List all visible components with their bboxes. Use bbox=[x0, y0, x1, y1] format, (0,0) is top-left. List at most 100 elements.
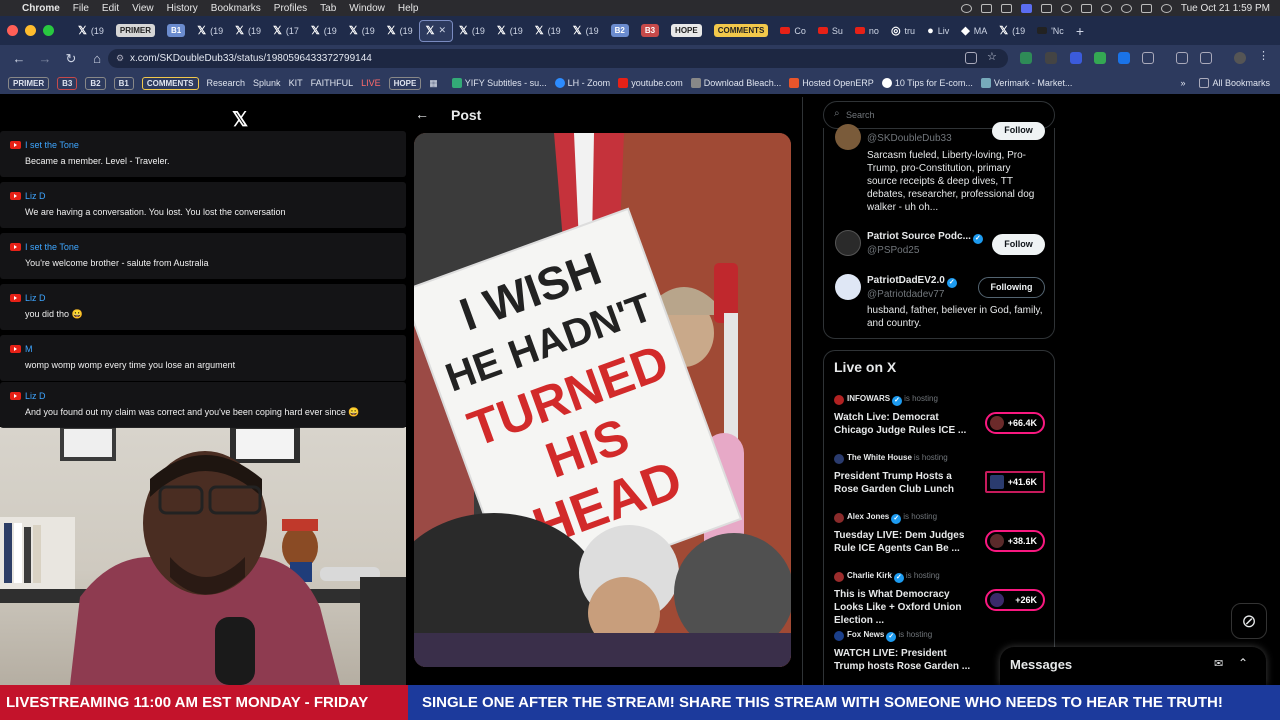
bookmark-verimark[interactable]: Verimark - Market... bbox=[980, 78, 1072, 88]
tray-app-icon[interactable] bbox=[1000, 3, 1012, 13]
tray-search-icon[interactable] bbox=[1120, 3, 1132, 13]
bookmark-b3[interactable]: B3 bbox=[57, 76, 78, 90]
tab-x-6[interactable]: 𝕏 (19 bbox=[343, 20, 381, 42]
back-icon[interactable]: ← bbox=[12, 51, 26, 66]
menu-tab[interactable]: Tab bbox=[320, 3, 336, 14]
new-tab-button[interactable]: + bbox=[1070, 20, 1090, 42]
bookmark-openerp[interactable]: Hosted OpenERP bbox=[789, 78, 874, 88]
forward-icon[interactable]: → bbox=[38, 51, 52, 66]
tab-x-5[interactable]: 𝕏 (19 bbox=[305, 20, 343, 42]
tab-x-12[interactable]: 𝕏 (19 bbox=[993, 20, 1031, 42]
side-panel-icon[interactable] bbox=[1176, 52, 1188, 64]
tab-x-7[interactable]: 𝕏 (19 bbox=[381, 20, 419, 42]
tab-hope[interactable]: HOPE bbox=[665, 20, 708, 42]
bookmark-hope[interactable]: HOPE bbox=[388, 76, 422, 90]
tab-x-active[interactable]: 𝕏 ✕ bbox=[418, 19, 454, 42]
bookmark-comments[interactable]: COMMENTS bbox=[141, 76, 199, 90]
menu-kebab-icon[interactable]: ⋮ bbox=[1258, 49, 1270, 62]
window-minimize-icon[interactable] bbox=[25, 25, 36, 36]
bookmark-splunk[interactable]: Splunk bbox=[253, 78, 281, 88]
bookmark-primer[interactable]: PRIMER bbox=[8, 76, 50, 90]
tray-battery-icon[interactable] bbox=[1080, 3, 1092, 13]
bookmark-youtube[interactable]: youtube.com bbox=[618, 78, 683, 88]
tab-co[interactable]: Co bbox=[774, 20, 812, 42]
tab-ma[interactable]: ◆ MA bbox=[955, 20, 993, 42]
tray-profile-icon[interactable] bbox=[1160, 3, 1172, 13]
tray-wifi-icon[interactable] bbox=[1100, 3, 1112, 13]
bookmark-b1[interactable]: B1 bbox=[113, 76, 134, 90]
menu-profiles[interactable]: Profiles bbox=[274, 3, 307, 14]
menu-bookmarks[interactable]: Bookmarks bbox=[211, 3, 261, 14]
url-bar[interactable]: ⚙ x.com/SKDoubleDub33/status/19805964333… bbox=[108, 49, 1008, 68]
home-icon[interactable]: ⌂ bbox=[90, 51, 104, 66]
bookmark-faithful[interactable]: FAITHFUL bbox=[311, 78, 354, 88]
live-listener-count[interactable]: +41.6K bbox=[985, 471, 1045, 493]
tab-x-10[interactable]: 𝕏 (19 bbox=[529, 20, 567, 42]
bookmark-live[interactable]: LIVE bbox=[361, 78, 381, 88]
install-app-icon[interactable] bbox=[965, 52, 977, 64]
menubar-clock[interactable]: Tue Oct 21 1:59 PM bbox=[1181, 3, 1270, 14]
tab-x-9[interactable]: 𝕏 (19 bbox=[491, 20, 529, 42]
extension-icon[interactable] bbox=[1045, 52, 1057, 64]
menu-view[interactable]: View bbox=[132, 3, 154, 14]
tab-b3[interactable]: B3 bbox=[635, 20, 665, 42]
menu-edit[interactable]: Edit bbox=[102, 3, 119, 14]
all-bookmarks[interactable]: All Bookmarks bbox=[1199, 78, 1270, 88]
bookmark-yify[interactable]: YIFY Subtitles - su... bbox=[451, 78, 547, 88]
avatar[interactable] bbox=[835, 124, 861, 150]
bookmark-tips[interactable]: 10 Tips for E-com... bbox=[881, 78, 973, 88]
extension-icon[interactable] bbox=[1070, 52, 1082, 64]
live-listener-count[interactable]: +38.1K bbox=[985, 530, 1045, 552]
tray-active-app-icon[interactable] bbox=[1020, 3, 1032, 13]
extension-icon[interactable] bbox=[1020, 52, 1032, 64]
bookmarks-overflow-icon[interactable]: » bbox=[1180, 78, 1185, 88]
window-close-icon[interactable] bbox=[7, 25, 18, 36]
tab-su[interactable]: Su bbox=[812, 20, 849, 42]
grok-icon[interactable]: ⊘ bbox=[1231, 603, 1267, 639]
back-arrow-icon[interactable]: ← bbox=[415, 106, 429, 122]
tab-x-3[interactable]: 𝕏 (19 bbox=[229, 20, 267, 42]
reload-icon[interactable]: ↻ bbox=[64, 51, 78, 67]
tray-screen-icon[interactable] bbox=[1040, 3, 1052, 13]
tab-x-8[interactable]: 𝕏 (19 bbox=[453, 20, 491, 42]
profile-avatar[interactable] bbox=[1234, 52, 1246, 64]
tab-nc[interactable]: 'Nc bbox=[1031, 20, 1070, 42]
tray-control-center-icon[interactable] bbox=[1140, 3, 1152, 13]
extensions-puzzle-icon[interactable] bbox=[1142, 52, 1154, 64]
tab-b1[interactable]: B1 bbox=[161, 20, 191, 42]
bookmark-kit[interactable]: KIT bbox=[289, 78, 303, 88]
live-listener-count[interactable]: +66.4K bbox=[985, 412, 1045, 434]
tray-clock-icon[interactable] bbox=[1060, 3, 1072, 13]
follow-button[interactable]: Follow bbox=[992, 234, 1045, 255]
menu-file[interactable]: File bbox=[73, 3, 89, 14]
tab-comments[interactable]: COMMENTS bbox=[708, 20, 775, 42]
menu-help[interactable]: Help bbox=[398, 3, 419, 14]
tab-x-2[interactable]: 𝕏 (19 bbox=[191, 20, 229, 42]
bookmark-zoom[interactable]: LH - Zoom bbox=[554, 78, 610, 88]
tab-b2[interactable]: B2 bbox=[605, 20, 635, 42]
following-button[interactable]: Following bbox=[978, 277, 1045, 298]
menu-app-name[interactable]: Chrome bbox=[22, 3, 60, 14]
window-zoom-icon[interactable] bbox=[43, 25, 54, 36]
apps-grid-icon[interactable]: ▦ bbox=[429, 78, 438, 89]
extension-icon[interactable] bbox=[1118, 52, 1130, 64]
live-listener-count[interactable]: +26K bbox=[985, 589, 1045, 611]
tab-tru[interactable]: ◎ tru bbox=[885, 20, 921, 42]
bookmark-research[interactable]: Research bbox=[207, 78, 246, 88]
site-info-icon[interactable]: ⚙ bbox=[116, 49, 124, 68]
bookmark-star-icon[interactable]: ☆ bbox=[987, 50, 999, 63]
bookmark-bleach[interactable]: Download Bleach... bbox=[690, 78, 781, 88]
tab-primer[interactable]: PRIMER bbox=[110, 20, 161, 42]
tab-x-4[interactable]: 𝕏 (17 bbox=[267, 20, 305, 42]
live-item[interactable]: Charlie Kirk ✓ is hosting This is What Dem… bbox=[824, 568, 1056, 626]
menu-history[interactable]: History bbox=[167, 3, 198, 14]
avatar[interactable] bbox=[835, 274, 861, 300]
live-item[interactable]: INFOWARS ✓ is hosting Watch Live: Democrat… bbox=[824, 391, 1056, 449]
expand-chevron-icon[interactable]: ⌃ bbox=[1238, 656, 1248, 670]
download-icon[interactable] bbox=[1200, 52, 1212, 64]
tray-record-icon[interactable] bbox=[960, 3, 972, 13]
avatar[interactable] bbox=[835, 230, 861, 256]
tab-close-icon[interactable]: ✕ bbox=[438, 25, 446, 36]
live-item[interactable]: Alex Jones ✓ is hosting Tuesday LIVE: Dem … bbox=[824, 509, 1056, 567]
live-item[interactable]: The White House is hosting President Trum… bbox=[824, 450, 1056, 508]
